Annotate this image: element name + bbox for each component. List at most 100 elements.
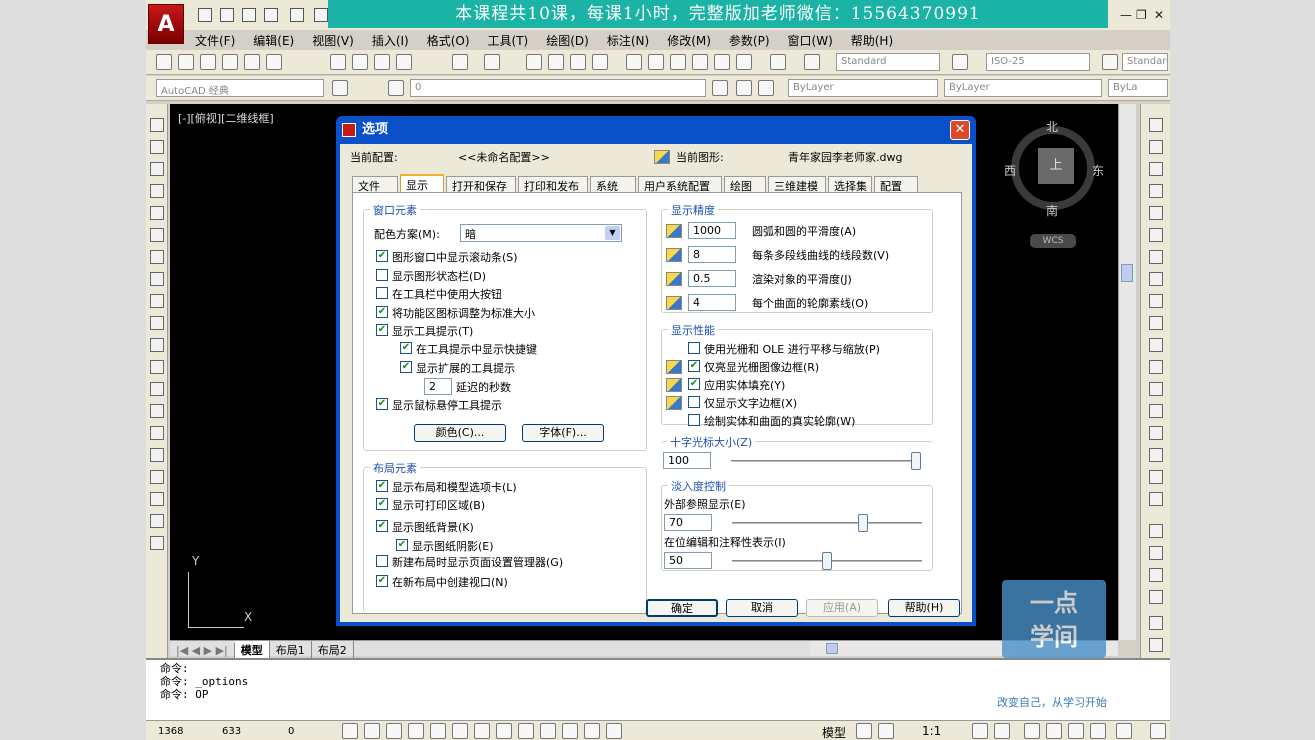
- dim-style-icon[interactable]: [952, 54, 968, 70]
- crosshair-size-input[interactable]: 100: [663, 452, 711, 469]
- dim-style-combo[interactable]: ISO-25: [986, 53, 1090, 71]
- fonts-button[interactable]: 字体(F)...: [522, 424, 604, 442]
- checkbox-layout-tabs[interactable]: ✔: [376, 480, 388, 492]
- checkbox-page-setup-manager[interactable]: [376, 555, 388, 567]
- checkbox-paper-shadow[interactable]: ✔: [396, 539, 408, 551]
- save-icon[interactable]: [242, 8, 256, 22]
- checkbox-shortcut-keys[interactable]: ✔: [400, 342, 412, 354]
- menu-view[interactable]: 视图(V): [303, 30, 363, 51]
- vertical-scrollbar[interactable]: [1118, 104, 1136, 640]
- rotate-icon[interactable]: [1149, 250, 1163, 264]
- point-icon[interactable]: [150, 404, 164, 418]
- checkbox-extended-tooltips[interactable]: ✔: [400, 361, 412, 373]
- sheet-set-icon[interactable]: [692, 54, 708, 70]
- menu-modify[interactable]: 修改(M): [658, 30, 720, 51]
- layer-manager-icon[interactable]: [388, 80, 404, 96]
- open-icon[interactable]: [178, 54, 194, 70]
- menu-help[interactable]: 帮助(H): [842, 30, 902, 51]
- xref-fade-input[interactable]: 70: [664, 514, 712, 531]
- table-style-icon[interactable]: [1102, 54, 1118, 70]
- checkbox-ribbon-icons[interactable]: ✔: [376, 306, 388, 318]
- design-center-icon[interactable]: [648, 54, 664, 70]
- text-front-icon[interactable]: [1149, 616, 1163, 630]
- make-block-icon[interactable]: [150, 382, 164, 396]
- hatch-back-icon[interactable]: [1149, 638, 1163, 652]
- arc-icon[interactable]: [150, 228, 164, 242]
- trim-icon[interactable]: [1149, 316, 1163, 330]
- checkbox-solid-fill[interactable]: ✔: [688, 378, 700, 390]
- checkbox-scrollbars[interactable]: ✔: [376, 250, 388, 262]
- help-button[interactable]: 帮助(H): [888, 599, 960, 617]
- inplace-fade-input[interactable]: 50: [664, 552, 712, 569]
- copy-icon[interactable]: [352, 54, 368, 70]
- workspace-settings-icon[interactable]: [332, 80, 348, 96]
- chamfer-icon[interactable]: [1149, 426, 1163, 440]
- menu-tools[interactable]: 工具(T): [479, 30, 538, 51]
- tpy-icon[interactable]: [562, 723, 578, 739]
- menu-file[interactable]: 文件(F): [186, 30, 244, 51]
- erase-icon[interactable]: [1149, 118, 1163, 132]
- hardware-accel-icon[interactable]: [1068, 723, 1084, 739]
- crosshair-size-slider[interactable]: [731, 460, 921, 462]
- view-label[interactable]: [-][俯视][二维线框]: [178, 110, 274, 126]
- draw-order-front-icon[interactable]: [1149, 524, 1163, 538]
- tool-palettes-icon[interactable]: [670, 54, 686, 70]
- blend-icon[interactable]: [1149, 470, 1163, 484]
- explode-icon[interactable]: [1149, 492, 1163, 506]
- dyn-icon[interactable]: [518, 723, 534, 739]
- tab-3d-modeling[interactable]: 三维建模: [768, 176, 826, 193]
- match-properties-icon[interactable]: [396, 54, 412, 70]
- color-scheme-select[interactable]: 暗 ▼: [460, 224, 622, 242]
- bring-above-icon[interactable]: [1149, 568, 1163, 582]
- break-at-point-icon[interactable]: [1149, 360, 1163, 374]
- tab-display[interactable]: 显示: [400, 174, 444, 193]
- add-selected-icon[interactable]: [150, 536, 164, 550]
- otrack-icon[interactable]: [474, 723, 490, 739]
- quick-view-layouts-icon[interactable]: [856, 723, 872, 739]
- annotation-scale[interactable]: 1:1: [922, 724, 941, 738]
- isolate-objects-icon[interactable]: [1090, 723, 1106, 739]
- draw-order-back-icon[interactable]: [1149, 546, 1163, 560]
- checkbox-text-boundary[interactable]: [688, 396, 700, 408]
- rectangle-icon[interactable]: [150, 206, 164, 220]
- join-icon[interactable]: [1149, 404, 1163, 418]
- zoom-window-icon[interactable]: [570, 54, 586, 70]
- checkbox-paper-background[interactable]: ✔: [376, 520, 388, 532]
- polyline-icon[interactable]: [150, 162, 164, 176]
- scale-icon[interactable]: [1149, 272, 1163, 286]
- polar-icon[interactable]: [430, 723, 446, 739]
- tab-plot-publish[interactable]: 打印和发布: [518, 176, 588, 193]
- mirror-icon[interactable]: [1149, 162, 1163, 176]
- apply-button[interactable]: 应用(A): [806, 599, 878, 617]
- snap-icon[interactable]: [364, 723, 380, 739]
- circle-icon[interactable]: [150, 250, 164, 264]
- plot-icon[interactable]: [222, 54, 238, 70]
- checkbox-create-viewport[interactable]: ✔: [376, 575, 388, 587]
- menu-window[interactable]: 窗口(W): [779, 30, 842, 51]
- cut-icon[interactable]: [330, 54, 346, 70]
- checkbox-large-buttons[interactable]: [376, 287, 388, 299]
- paste-icon[interactable]: [374, 54, 390, 70]
- print-icon[interactable]: [290, 8, 304, 22]
- hatch-icon[interactable]: [150, 426, 164, 440]
- nav-arrows-icon[interactable]: |◀ ◀ ▶ ▶|: [170, 643, 235, 658]
- table-icon[interactable]: [150, 492, 164, 506]
- checkbox-printable-area[interactable]: ✔: [376, 498, 388, 510]
- checkbox-true-silhouettes[interactable]: [688, 414, 700, 426]
- pan-icon[interactable]: [526, 54, 542, 70]
- lineweight-icon[interactable]: [540, 723, 556, 739]
- undo-icon[interactable]: [452, 54, 468, 70]
- delay-seconds-input[interactable]: 2: [424, 378, 452, 395]
- text-style-icon[interactable]: [804, 54, 820, 70]
- workspace-combo[interactable]: AutoCAD 经典: [156, 79, 324, 97]
- help-icon[interactable]: [770, 54, 786, 70]
- tab-model[interactable]: 模型: [234, 641, 270, 659]
- send-under-icon[interactable]: [1149, 590, 1163, 604]
- save-icon[interactable]: [200, 54, 216, 70]
- status-menu-icon[interactable]: [1116, 723, 1132, 739]
- viewcube[interactable]: 北 西 东 南 上 WCS: [1004, 116, 1104, 248]
- tab-user-preferences[interactable]: 用户系统配置: [638, 176, 722, 193]
- xref-slider-thumb[interactable]: [858, 514, 868, 532]
- close-icon[interactable]: ✕: [1154, 8, 1164, 22]
- ellipse-icon[interactable]: [150, 316, 164, 330]
